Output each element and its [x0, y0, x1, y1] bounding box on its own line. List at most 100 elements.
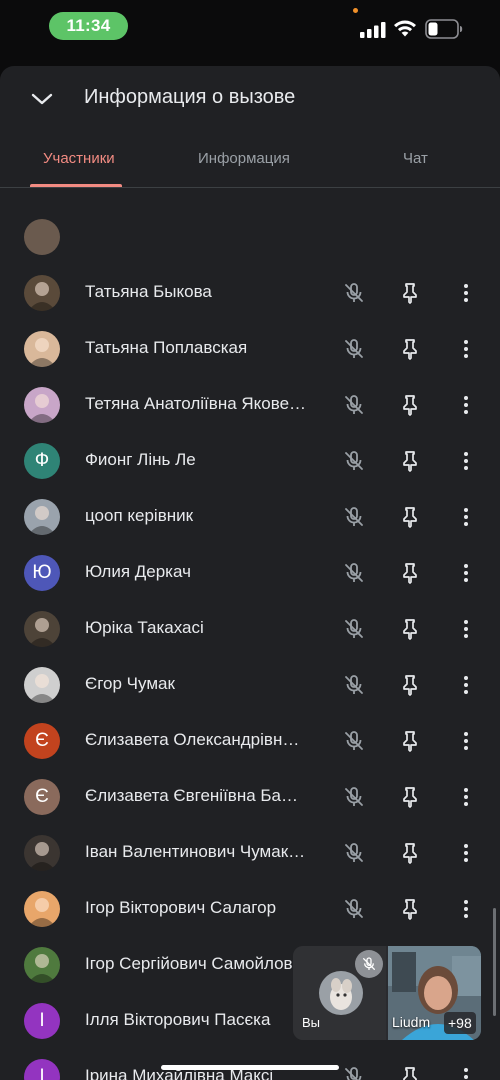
avatar-initial: І — [39, 1066, 45, 1080]
more-vert-icon[interactable] — [453, 280, 479, 306]
participant-row[interactable]: Тетяна Анатоліївна Якове… — [0, 377, 500, 433]
chevron-down-icon — [31, 93, 53, 105]
avatar-initial: І — [39, 1010, 45, 1031]
more-vert-icon[interactable] — [453, 560, 479, 586]
avatar — [24, 219, 60, 255]
pin-icon[interactable] — [397, 784, 423, 810]
self-tile[interactable]: Вы — [293, 946, 386, 1040]
more-vert-icon[interactable] — [453, 728, 479, 754]
participant-name: Ілля Вікторович Пасєка — [85, 1010, 271, 1029]
participant-avatar — [24, 835, 60, 871]
participant-row[interactable]: Татьяна Поплавская — [0, 321, 500, 377]
participant-row[interactable]: Єгор Чумак — [0, 657, 500, 713]
participant-row[interactable]: Ігор Вікторович Салагор — [0, 881, 500, 937]
self-avatar — [319, 971, 363, 1015]
avatar-photo — [28, 338, 56, 367]
participant-name: Татьяна Поплавская — [85, 338, 248, 357]
avatar-initial: Є — [35, 730, 49, 751]
participant-name: цооп керівник — [85, 506, 194, 525]
pin-icon[interactable] — [397, 280, 423, 306]
participant-name: Єлизавета Євгеніївна Ба… — [85, 786, 299, 805]
participant-avatar — [24, 611, 60, 647]
participant-avatar: Є — [24, 723, 60, 759]
participant-avatar — [24, 499, 60, 535]
participant-row[interactable]: Татьяна Быкова — [0, 265, 500, 321]
more-vert-icon[interactable] — [453, 896, 479, 922]
more-vert-icon[interactable] — [453, 616, 479, 642]
avatar-photo — [28, 618, 56, 647]
mic-off-icon[interactable] — [341, 672, 367, 698]
pin-icon[interactable] — [397, 504, 423, 530]
participant-avatar — [24, 891, 60, 927]
more-vert-icon[interactable] — [453, 784, 479, 810]
participant-avatar — [24, 387, 60, 423]
mic-off-icon[interactable] — [341, 336, 367, 362]
mic-in-use-indicator — [353, 8, 358, 13]
participant-avatar: Ю — [24, 555, 60, 591]
collapse-button[interactable] — [24, 84, 60, 114]
more-vert-icon[interactable] — [453, 672, 479, 698]
pin-icon[interactable] — [397, 616, 423, 642]
mic-off-icon[interactable] — [341, 448, 367, 474]
status-bar: 11:34 — [0, 0, 500, 52]
pin-icon[interactable] — [397, 728, 423, 754]
mic-off-icon[interactable] — [341, 616, 367, 642]
pin-icon[interactable] — [397, 840, 423, 866]
pin-icon[interactable] — [397, 392, 423, 418]
participant-name: Фионг Лінь Ле — [85, 450, 196, 469]
pin-icon[interactable] — [397, 896, 423, 922]
participant-row[interactable]: Ф Фионг Лінь Ле — [0, 433, 500, 489]
battery-icon — [425, 19, 463, 39]
tab-bar: Участники Информация Чат — [0, 136, 500, 188]
mic-off-icon[interactable] — [341, 504, 367, 530]
pin-icon[interactable] — [397, 448, 423, 474]
other-participant-tile[interactable]: Liudm +98 — [388, 946, 481, 1040]
avatar-photo — [28, 282, 56, 311]
scrollbar[interactable] — [493, 908, 496, 1016]
others-count-badge: +98 — [444, 1012, 476, 1034]
list-item-partial — [0, 209, 500, 265]
mic-off-icon — [363, 957, 375, 970]
call-info-sheet: Информация о вызове Участники Информация… — [0, 66, 500, 1080]
pin-icon[interactable] — [397, 336, 423, 362]
pin-icon[interactable] — [397, 1064, 423, 1080]
avatar-photo — [28, 954, 56, 983]
mic-off-icon[interactable] — [341, 728, 367, 754]
participant-row[interactable]: Є Єлизавета Олександрівн… — [0, 713, 500, 769]
tab-information[interactable]: Информация — [198, 150, 290, 167]
more-vert-icon[interactable] — [453, 840, 479, 866]
mic-off-icon[interactable] — [341, 784, 367, 810]
more-vert-icon[interactable] — [453, 448, 479, 474]
cellular-signal-icon — [360, 22, 386, 38]
participant-row[interactable]: Юріка Такахасі — [0, 601, 500, 657]
mic-off-icon[interactable] — [341, 280, 367, 306]
participant-row[interactable]: Іван Валентинович Чумак… — [0, 825, 500, 881]
pin-icon[interactable] — [397, 560, 423, 586]
tab-participants[interactable]: Участники — [43, 150, 115, 167]
more-vert-icon[interactable] — [453, 504, 479, 530]
avatar-photo — [28, 394, 56, 423]
participant-row[interactable]: цооп керівник — [0, 489, 500, 545]
more-vert-icon[interactable] — [453, 392, 479, 418]
mic-off-icon[interactable] — [341, 840, 367, 866]
mic-off-icon[interactable] — [341, 896, 367, 922]
pin-icon[interactable] — [397, 672, 423, 698]
participant-row[interactable]: Є Єлизавета Євгеніївна Ба… — [0, 769, 500, 825]
participant-name: Єлизавета Олександрівн… — [85, 730, 300, 749]
clock-time: 11:34 — [66, 16, 111, 35]
home-indicator[interactable] — [161, 1065, 339, 1070]
picture-in-picture-preview[interactable]: Вы Liudm +98 — [293, 946, 481, 1040]
more-vert-icon[interactable] — [453, 1064, 479, 1080]
participant-avatar — [24, 331, 60, 367]
more-vert-icon[interactable] — [453, 336, 479, 362]
mic-off-icon[interactable] — [341, 392, 367, 418]
participant-name: Ігор Вікторович Салагор — [85, 898, 277, 917]
participant-row[interactable]: Ю Юлия Деркач — [0, 545, 500, 601]
mic-off-icon[interactable] — [341, 1064, 367, 1080]
mic-off-icon[interactable] — [341, 560, 367, 586]
tab-chat[interactable]: Чат — [403, 150, 428, 167]
avatar-photo — [28, 506, 56, 535]
avatar-initial: Ю — [32, 562, 52, 583]
participant-name: Єгор Чумак — [85, 674, 175, 693]
time-pill[interactable]: 11:34 — [49, 12, 128, 40]
